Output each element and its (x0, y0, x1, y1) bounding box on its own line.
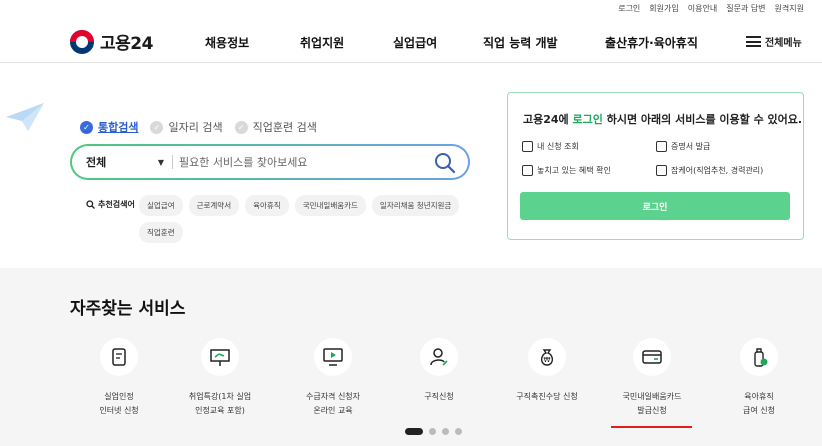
document-icon (100, 338, 138, 376)
service-label: 수급자격 신청자 온라인 교육 (305, 392, 361, 415)
service-label: 실업인정 인터넷 신청 (99, 392, 139, 415)
carousel-pagination (405, 428, 462, 435)
service-item[interactable]: 육아휴직 급여 신청 (704, 338, 814, 418)
tab-label: 통합검색 (98, 121, 139, 134)
nav-item-jobs[interactable]: 채용정보 (205, 34, 300, 51)
logo-text: 고용24 (100, 34, 153, 54)
keyword-chip[interactable]: 실업급여 (139, 195, 183, 216)
certificate-icon (656, 141, 667, 152)
tab-job-search[interactable]: ✓ 일자리 검색 (150, 119, 223, 135)
login-panel: 고용24에 로그인 하시면 아래의 서비스를 이용할 수 있어요. 내 신청 조… (507, 92, 804, 240)
service-label: 구직촉진수당 신청 (516, 392, 578, 401)
service-item[interactable]: 수급자격 신청자 온라인 교육 (278, 338, 388, 418)
search-icon (86, 200, 95, 209)
service-item[interactable]: ₩ 구직촉진수당 신청 (492, 338, 602, 404)
my-application-link[interactable]: 내 신청 조회 (522, 141, 579, 152)
tab-label: 직업훈련 검색 (252, 121, 317, 134)
list-icon (522, 141, 533, 152)
tab-training-search[interactable]: ✓ 직업훈련 검색 (234, 119, 317, 135)
document-search-icon (522, 165, 533, 176)
monitor-play-icon (314, 338, 352, 376)
pagination-dot[interactable] (442, 428, 449, 435)
service-item[interactable]: 국민내일배움카드 발급신청 (597, 338, 707, 418)
service-label: 육아휴직 급여 신청 (743, 392, 775, 415)
baby-bottle-icon (740, 338, 778, 376)
frequent-services: 자주찾는 서비스 실업인정 인터넷 신청 취업특강(1차 실업 인정교육 포함)… (0, 268, 822, 446)
scope-value: 전체 (86, 156, 107, 169)
title-login-link[interactable]: 로그인 (573, 113, 603, 126)
pagination-dot[interactable] (429, 428, 436, 435)
jobcare-icon (656, 165, 667, 176)
all-menu-label: 전체메뉴 (765, 38, 802, 49)
service-item[interactable]: 실업인정 인터넷 신청 (64, 338, 174, 418)
caret-down-icon: ▼ (157, 157, 164, 167)
paper-plane-icon (6, 103, 44, 131)
service-item[interactable]: 취업특강(1차 실업 인정교육 포함) (165, 338, 275, 418)
check-icon: ✓ (150, 120, 164, 134)
recommend-label: 추천검색어 (86, 199, 135, 210)
header: 고용24 채용정보 취업지원 실업급여 직업 능력 개발 출산휴가·육아휴직 전… (0, 22, 822, 62)
title-pre: 고용24에 (523, 113, 573, 126)
keyword-chip[interactable]: 일자리채움 청년지원금 (371, 195, 460, 216)
search-input[interactable] (179, 155, 419, 169)
pagination-dot[interactable] (455, 428, 462, 435)
benefit-check-link[interactable]: 놓치고 있는 혜택 확인 (522, 165, 611, 176)
svg-text:₩: ₩ (544, 356, 551, 364)
nav-item-unemployment-benefit[interactable]: 실업급여 (393, 34, 483, 51)
card-icon (633, 338, 671, 376)
keyword-chip[interactable]: 직업훈련 (139, 222, 183, 243)
active-underline (611, 426, 692, 428)
item-label: 증명서 발급 (671, 142, 711, 151)
util-signup[interactable]: 회원가입 (649, 3, 678, 14)
item-label: 잡케어(직업추천, 경력관리) (671, 166, 764, 175)
tab-integrated-search[interactable]: ✓ 통합검색 (80, 119, 138, 135)
money-bag-icon: ₩ (528, 338, 566, 376)
recommend-label-text: 추천검색어 (98, 200, 135, 209)
nav-item-vocational-training[interactable]: 직업 능력 개발 (483, 34, 605, 51)
check-icon: ✓ (80, 120, 93, 134)
item-label: 내 신청 조회 (537, 142, 579, 151)
util-qna[interactable]: 질문과 답변 (726, 3, 765, 14)
login-panel-title: 고용24에 로그인 하시면 아래의 서비스를 이용할 수 있어요. (523, 111, 802, 127)
utility-links: 로그인 회원가입 이용안내 질문과 답변 원격지원 (618, 0, 804, 16)
service-label: 국민내일배움카드 발급신청 (622, 392, 682, 415)
check-icon: ✓ (234, 120, 248, 134)
divider (172, 155, 173, 169)
util-guide[interactable]: 이용안내 (688, 3, 717, 14)
keyword-chip[interactable]: 육아휴직 (245, 195, 289, 216)
person-edit-icon (420, 338, 458, 376)
presentation-icon (201, 338, 239, 376)
item-label: 놓치고 있는 혜택 확인 (537, 166, 611, 175)
util-login[interactable]: 로그인 (618, 3, 640, 14)
search-scope-select[interactable]: 전체 ▼ (86, 154, 164, 170)
nav-item-employment-support[interactable]: 취업지원 (300, 34, 393, 51)
logo[interactable]: 고용24 (70, 29, 153, 54)
pagination-dot-active[interactable] (405, 428, 423, 435)
certificate-link[interactable]: 증명서 발급 (656, 141, 710, 152)
tab-label: 일자리 검색 (168, 121, 223, 134)
keyword-chip[interactable]: 국민내일배움카드 (294, 195, 366, 216)
hamburger-icon (746, 36, 761, 47)
util-remote[interactable]: 원격지원 (775, 3, 804, 14)
jobcare-link[interactable]: 잡케어(직업추천, 경력관리) (656, 165, 763, 176)
all-menu-button[interactable]: 전체메뉴 (746, 34, 802, 49)
search-bar: 전체 ▼ (70, 144, 470, 180)
keyword-chip[interactable]: 근로계약서 (188, 195, 240, 216)
header-divider (0, 62, 822, 63)
services-title: 자주찾는 서비스 (70, 299, 186, 319)
keyword-chips: 실업급여 근로계약서 육아휴직 국민내일배움카드 일자리채움 청년지원금 직업훈… (139, 195, 499, 243)
title-post: 하시면 아래의 서비스를 이용할 수 있어요. (602, 113, 803, 126)
main-nav: 채용정보 취업지원 실업급여 직업 능력 개발 출산휴가·육아휴직 (205, 34, 725, 51)
search-tabs: ✓ 통합검색 ✓ 일자리 검색 ✓ 직업훈련 검색 (80, 119, 317, 135)
taegeuk-logo-icon (70, 29, 94, 54)
nav-item-parental-leave[interactable]: 출산휴가·육아휴직 (605, 34, 725, 51)
service-item[interactable]: 구직신청 (384, 338, 494, 404)
login-button[interactable]: 로그인 (520, 192, 790, 220)
search-icon[interactable] (434, 152, 456, 174)
service-label: 구직신청 (424, 392, 454, 401)
service-label: 취업특강(1차 실업 인정교육 포함) (188, 392, 252, 415)
